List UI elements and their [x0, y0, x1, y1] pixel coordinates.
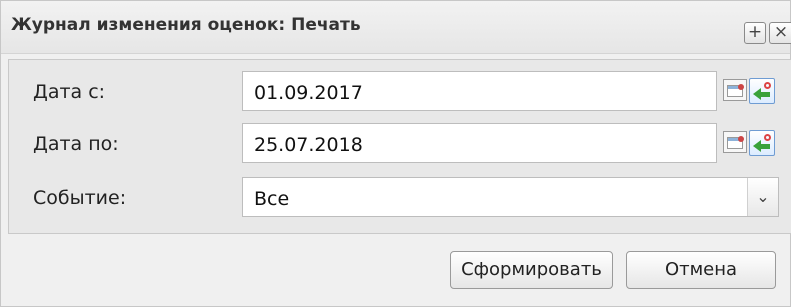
generate-button[interactable]: Сформировать	[450, 251, 613, 289]
dialog-title: Журнал изменения оценок: Печать	[11, 15, 361, 35]
date-from-field[interactable]: 01.09.2017	[242, 71, 717, 111]
close-icon[interactable]: ×	[769, 22, 791, 44]
calendar-icon[interactable]	[723, 79, 747, 101]
reset-date-icon[interactable]	[749, 78, 775, 104]
calendar-icon[interactable]	[723, 131, 747, 153]
dialog-titlebar: Журнал изменения оценок: Печать + ×	[1, 1, 791, 54]
date-to-value: 25.07.2018	[254, 134, 363, 156]
date-from-row: Дата с: 01.09.2017	[9, 71, 791, 111]
date-to-label: Дата по:	[33, 133, 119, 155]
date-to-row: Дата по: 25.07.2018	[9, 123, 791, 163]
event-value: Все	[254, 188, 290, 210]
date-from-value: 01.09.2017	[254, 82, 363, 104]
reset-date-icon[interactable]	[749, 130, 775, 156]
print-dialog: Журнал изменения оценок: Печать + × Дата…	[0, 0, 791, 307]
form-panel: Дата с: 01.09.2017 Дата по: 25.07.2018 С…	[8, 59, 791, 234]
date-to-field[interactable]: 25.07.2018	[242, 123, 717, 163]
date-from-label: Дата с:	[33, 81, 106, 103]
event-row: Событие: Все ⌄	[9, 177, 791, 217]
event-label: Событие:	[33, 187, 127, 209]
expand-icon[interactable]: +	[744, 22, 766, 44]
cancel-button[interactable]: Отмена	[626, 251, 776, 289]
event-select[interactable]: Все ⌄	[242, 177, 779, 217]
chevron-down-icon[interactable]: ⌄	[747, 178, 778, 216]
